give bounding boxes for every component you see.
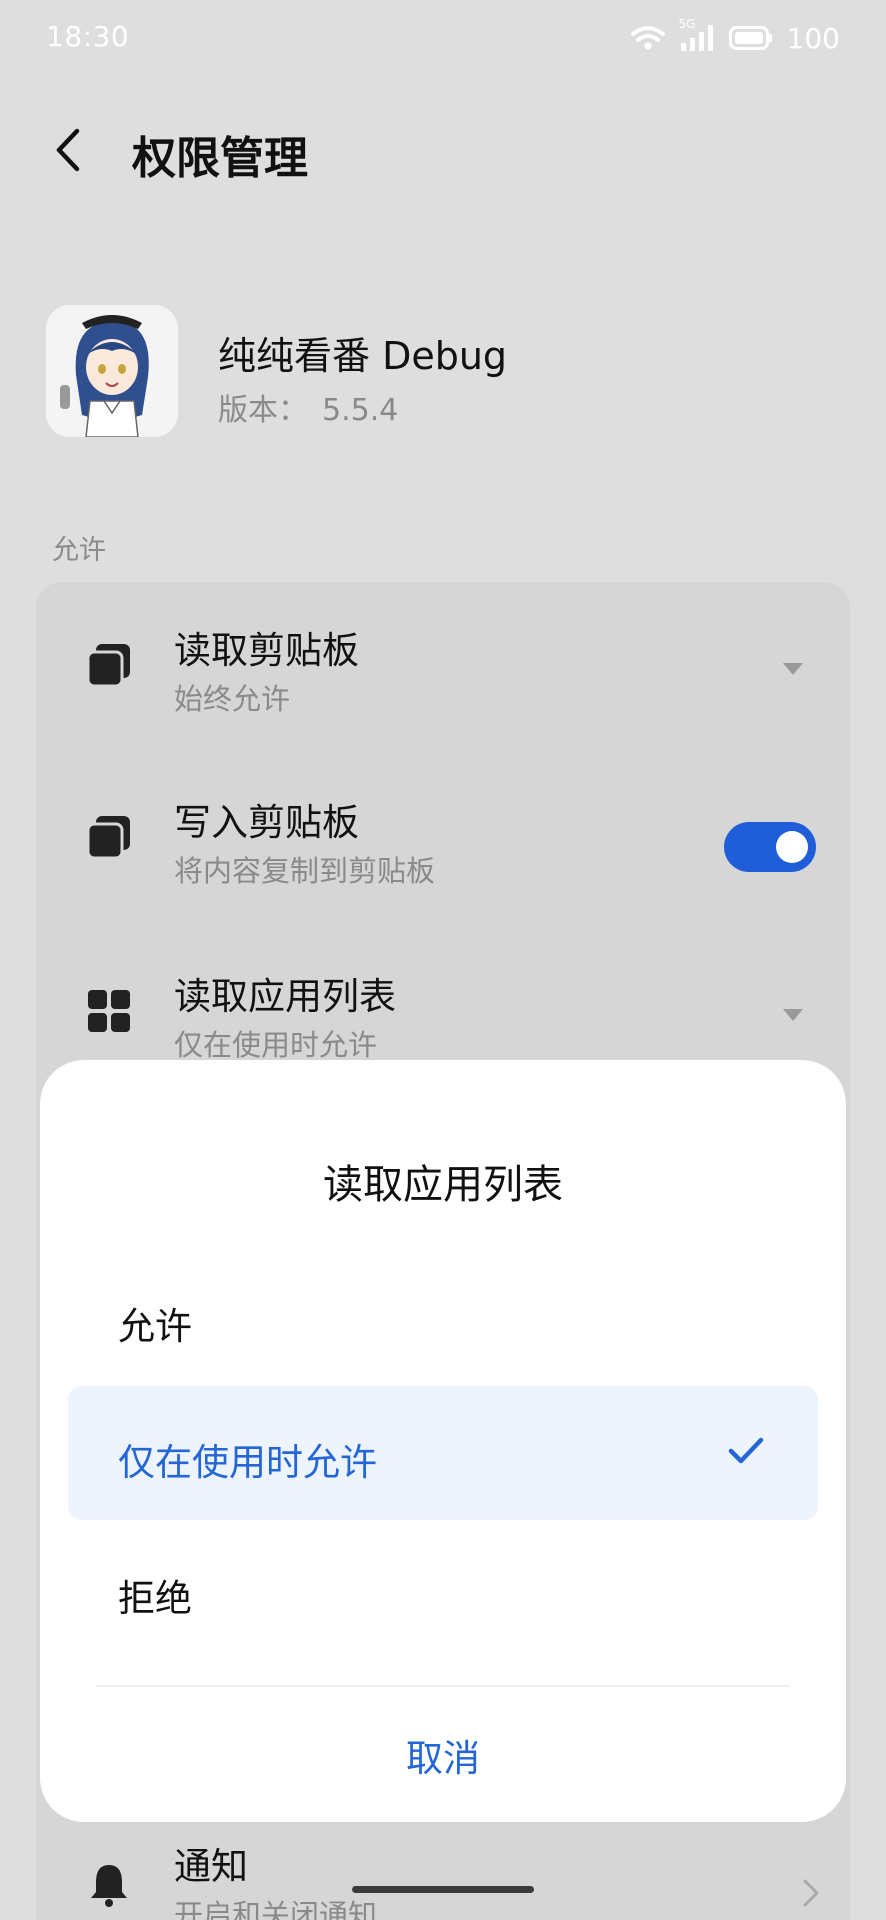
chevron-right-icon[interactable] bbox=[802, 1878, 820, 1908]
permission-dialog: 读取应用列表 允许 仅在使用时允许 拒绝 取消 bbox=[40, 1060, 846, 1822]
permission-item-read-clipboard[interactable]: 读取剪贴板 始终允许 bbox=[36, 582, 850, 752]
bell-icon bbox=[91, 1865, 127, 1907]
status-icons: 5G 100 bbox=[630, 17, 840, 58]
option-label: 允许 bbox=[118, 1305, 192, 1348]
permission-status: 始终允许 bbox=[174, 682, 291, 716]
write-clipboard-toggle[interactable] bbox=[724, 822, 816, 872]
app-info: 纯纯看番 Debug 版本： 5.5.4 bbox=[46, 305, 846, 440]
dropdown-arrow-icon[interactable] bbox=[782, 1008, 804, 1022]
toggle-knob bbox=[776, 831, 808, 863]
battery-level: 100 bbox=[786, 21, 840, 55]
version-label: 版本： bbox=[218, 393, 308, 428]
permission-item-write-clipboard[interactable]: 写入剪贴板 将内容复制到剪贴板 bbox=[36, 754, 850, 924]
clipboard-icon bbox=[86, 644, 130, 688]
cancel-button[interactable]: 取消 bbox=[40, 1728, 846, 1782]
page-title: 权限管理 bbox=[132, 133, 308, 184]
app-version: 版本： 5.5.4 bbox=[218, 385, 398, 429]
option-allow-while-using[interactable]: 仅在使用时允许 bbox=[68, 1386, 818, 1520]
permission-title: 读取剪贴板 bbox=[174, 629, 359, 672]
app-avatar-icon bbox=[46, 305, 178, 437]
permission-title: 写入剪贴板 bbox=[174, 801, 359, 844]
option-allow[interactable]: 允许 bbox=[68, 1250, 818, 1384]
header: 权限管理 bbox=[0, 100, 886, 200]
section-label-allowed: 允许 bbox=[52, 535, 106, 566]
home-indicator[interactable] bbox=[352, 1886, 534, 1893]
option-label: 仅在使用时允许 bbox=[118, 1441, 377, 1484]
status-time: 18:30 bbox=[46, 20, 130, 53]
clipboard-icon bbox=[86, 816, 130, 860]
status-bar: 18:30 5G 100 bbox=[0, 0, 886, 76]
permission-status: 仅在使用时允许 bbox=[174, 1028, 378, 1062]
cellular-signal-icon: 5G bbox=[679, 17, 715, 53]
permission-title: 通知 bbox=[174, 1845, 248, 1888]
chevron-left-icon bbox=[56, 128, 80, 172]
version-number: 5.5.4 bbox=[322, 393, 399, 428]
dialog-divider bbox=[96, 1685, 790, 1687]
permission-description: 将内容复制到剪贴板 bbox=[174, 854, 436, 888]
permission-title: 读取应用列表 bbox=[174, 975, 396, 1018]
back-button[interactable] bbox=[38, 120, 98, 180]
option-label: 拒绝 bbox=[118, 1577, 192, 1620]
option-deny[interactable]: 拒绝 bbox=[68, 1522, 818, 1656]
app-grid-icon bbox=[88, 990, 130, 1032]
wifi-icon bbox=[630, 25, 665, 51]
checkmark-icon bbox=[728, 1437, 764, 1464]
dropdown-arrow-icon[interactable] bbox=[782, 662, 804, 676]
network-badge: 5G bbox=[678, 17, 696, 31]
permission-description: 开启和关闭通知 bbox=[174, 1898, 378, 1920]
app-name: 纯纯看番 Debug bbox=[218, 334, 508, 378]
dialog-title: 读取应用列表 bbox=[323, 1162, 563, 1208]
battery-icon bbox=[728, 26, 773, 50]
